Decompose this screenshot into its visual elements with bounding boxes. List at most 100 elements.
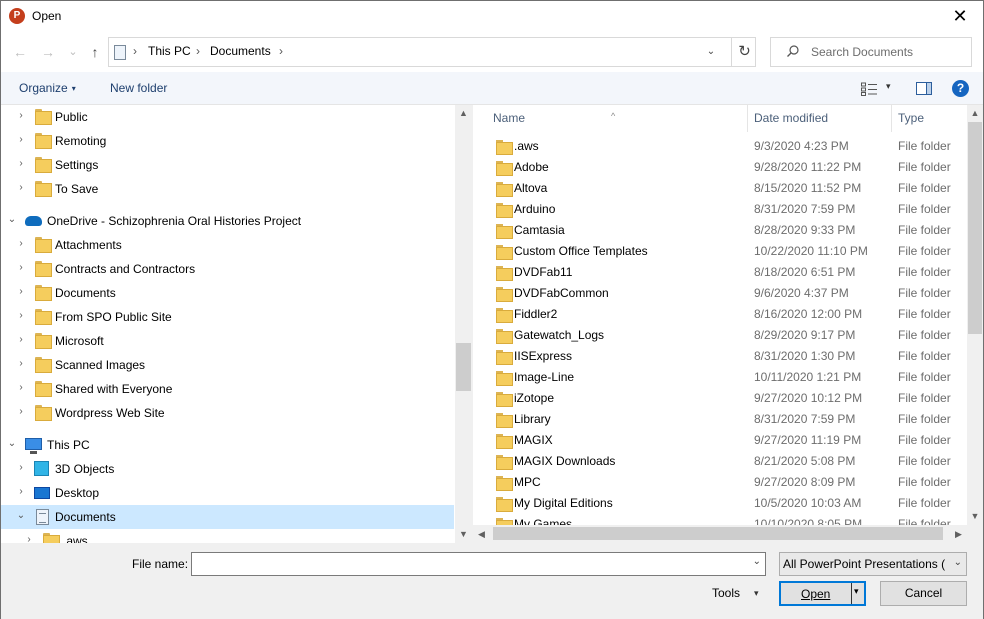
breadcrumb-separator[interactable]: › [279,44,283,58]
tree-item-from-spo[interactable]: › From SPO Public Site [1,305,454,329]
tree-item-3d-objects[interactable]: › 3D Objects [1,457,454,481]
up-button[interactable]: ↑ [85,42,105,62]
refresh-button[interactable]: ↻ [731,38,757,66]
chevron-right-icon[interactable]: › [15,334,27,345]
chevron-right-icon[interactable]: › [15,382,27,393]
breadcrumb-separator[interactable]: › [133,44,137,58]
address-bar[interactable]: › This PC › Documents › ⌄ ↻ [108,37,756,67]
column-header-name[interactable]: ^ Name [473,105,746,132]
file-row[interactable]: Custom Office Templates 10/22/2020 11:10 … [473,241,967,262]
file-row[interactable]: Adobe 9/28/2020 11:22 PM File folder [473,157,967,178]
tree-item-remoting[interactable]: › Remoting [1,129,454,153]
file-row[interactable]: Image-Line 10/11/2020 1:21 PM File folder [473,367,967,388]
chevron-right-icon[interactable]: › [15,262,27,273]
tree-item-desktop[interactable]: › Desktop [1,481,454,505]
scroll-up-icon[interactable]: ▲ [455,105,472,122]
tree-item-onedrive-documents[interactable]: › Documents [1,281,454,305]
open-button[interactable]: Open ▾ [779,581,866,606]
file-row[interactable]: DVDFabCommon 9/6/2020 4:37 PM File folder [473,283,967,304]
file-row[interactable]: MAGIX Downloads 8/21/2020 5:08 PM File fol… [473,451,967,472]
view-dropdown-icon[interactable]: ▾ [886,81,891,92]
scrollbar-thumb[interactable] [456,343,471,391]
file-name-input[interactable]: ⌄ [191,552,766,576]
file-row[interactable]: Camtasia 8/28/2020 9:33 PM File folder [473,220,967,241]
close-button[interactable]: ✕ [937,1,983,32]
file-row[interactable]: My Games 10/10/2020 8:05 PM File folder [473,514,967,525]
chevron-right-icon[interactable]: › [15,134,27,145]
chevron-right-icon[interactable]: › [15,182,27,193]
file-row[interactable]: Fiddler2 8/16/2020 12:00 PM File folder [473,304,967,325]
file-list-vertical-scrollbar[interactable]: ▲ ▼ [967,105,983,525]
new-folder-button[interactable]: New folder [110,81,167,95]
tree-item-to-save[interactable]: › To Save [1,177,454,201]
forward-button[interactable]: → [38,42,58,62]
file-list-horizontal-scrollbar[interactable]: ◀ ▶ [473,525,967,543]
tree-item-documents-selected[interactable]: ⌄ Documents [1,505,454,529]
organize-button[interactable]: Organize ▾ [19,81,76,95]
chevron-down-icon[interactable]: ⌄ [15,510,27,521]
file-row[interactable]: Library 8/31/2020 7:59 PM File folder [473,409,967,430]
breadcrumb-this-pc[interactable]: This PC [148,44,191,58]
breadcrumb-documents[interactable]: Documents [210,44,271,58]
column-header-date[interactable]: Date modified [748,105,891,132]
chevron-right-icon[interactable]: › [15,358,27,369]
column-header-type[interactable]: Type [892,105,967,132]
file-row[interactable]: DVDFab11 8/18/2020 6:51 PM File folder [473,262,967,283]
scrollbar-thumb[interactable] [968,122,982,334]
scroll-up-icon[interactable]: ▲ [967,105,983,122]
file-row[interactable]: IISExpress 8/31/2020 1:30 PM File folder [473,346,967,367]
chevron-right-icon[interactable]: › [15,238,27,249]
chevron-right-icon[interactable]: › [15,462,27,473]
file-row[interactable]: Gatewatch_Logs 8/29/2020 9:17 PM File fold… [473,325,967,346]
file-type-filter[interactable]: All PowerPoint Presentations (* ⌄ [779,552,967,576]
tree-item-onedrive[interactable]: ⌄ OneDrive - Schizophrenia Oral Historie… [1,209,454,233]
file-row[interactable]: MPC 9/27/2020 8:09 PM File folder [473,472,967,493]
chevron-down-icon[interactable]: ⌄ [753,556,761,567]
tree-item-microsoft[interactable]: › Microsoft [1,329,454,353]
recent-locations-button[interactable]: ⌄ [63,42,83,62]
tree-item-aws[interactable]: › .aws [1,529,454,543]
tree-item-attachments[interactable]: › Attachments [1,233,454,257]
scroll-right-icon[interactable]: ▶ [950,525,967,543]
chevron-right-icon[interactable]: › [15,310,27,321]
navigation-pane-scrollbar[interactable]: ▲ ▼ [455,105,472,543]
file-row[interactable]: MAGIX 9/27/2020 11:19 PM File folder [473,430,967,451]
chevron-right-icon[interactable]: › [15,286,27,297]
chevron-down-icon[interactable]: ▾ [754,588,759,599]
back-button[interactable]: ← [10,42,30,62]
tree-item-this-pc[interactable]: ⌄ This PC [1,433,454,457]
file-row[interactable]: Arduino 8/31/2020 7:59 PM File folder [473,199,967,220]
cancel-button[interactable]: Cancel [880,581,967,606]
tree-item-settings[interactable]: › Settings [1,153,454,177]
chevron-down-icon[interactable]: ⌄ [6,438,18,449]
chevron-down-icon[interactable]: ⌄ [954,557,962,568]
search-box[interactable]: Search Documents [770,37,972,67]
help-icon[interactable]: ? [952,80,969,97]
scroll-down-icon[interactable]: ▼ [967,508,983,525]
scroll-down-icon[interactable]: ▼ [455,526,472,543]
chevron-right-icon[interactable]: › [15,110,27,121]
tree-item-shared[interactable]: › Shared with Everyone [1,377,454,401]
file-row[interactable]: My Digital Editions 10/5/2020 10:03 AM Fil… [473,493,967,514]
tree-item-public[interactable]: › Public [1,105,454,129]
chevron-right-icon[interactable]: › [15,158,27,169]
file-row[interactable]: Altova 8/15/2020 11:52 PM File folder [473,178,967,199]
file-row[interactable]: iZotope 9/27/2020 10:12 PM File folder [473,388,967,409]
tools-button[interactable]: Tools [712,586,740,600]
folder-icon [496,329,513,344]
chevron-down-icon[interactable]: ▾ [854,586,859,597]
scroll-left-icon[interactable]: ◀ [473,525,490,543]
tree-item-contracts[interactable]: › Contracts and Contractors [1,257,454,281]
address-history-dropdown[interactable]: ⌄ [701,42,721,62]
file-row[interactable]: .aws 9/3/2020 4:23 PM File folder [473,136,967,157]
chevron-right-icon[interactable]: › [23,534,35,543]
preview-pane-icon[interactable] [916,82,932,95]
view-options-icon[interactable] [861,82,878,96]
chevron-right-icon[interactable]: › [15,406,27,417]
chevron-down-icon[interactable]: ⌄ [6,214,18,225]
tree-item-scanned-images[interactable]: › Scanned Images [1,353,454,377]
chevron-right-icon[interactable]: › [15,486,27,497]
breadcrumb-separator[interactable]: › [196,44,200,58]
tree-item-wordpress[interactable]: › Wordpress Web Site [1,401,454,425]
scrollbar-thumb[interactable] [493,527,943,540]
